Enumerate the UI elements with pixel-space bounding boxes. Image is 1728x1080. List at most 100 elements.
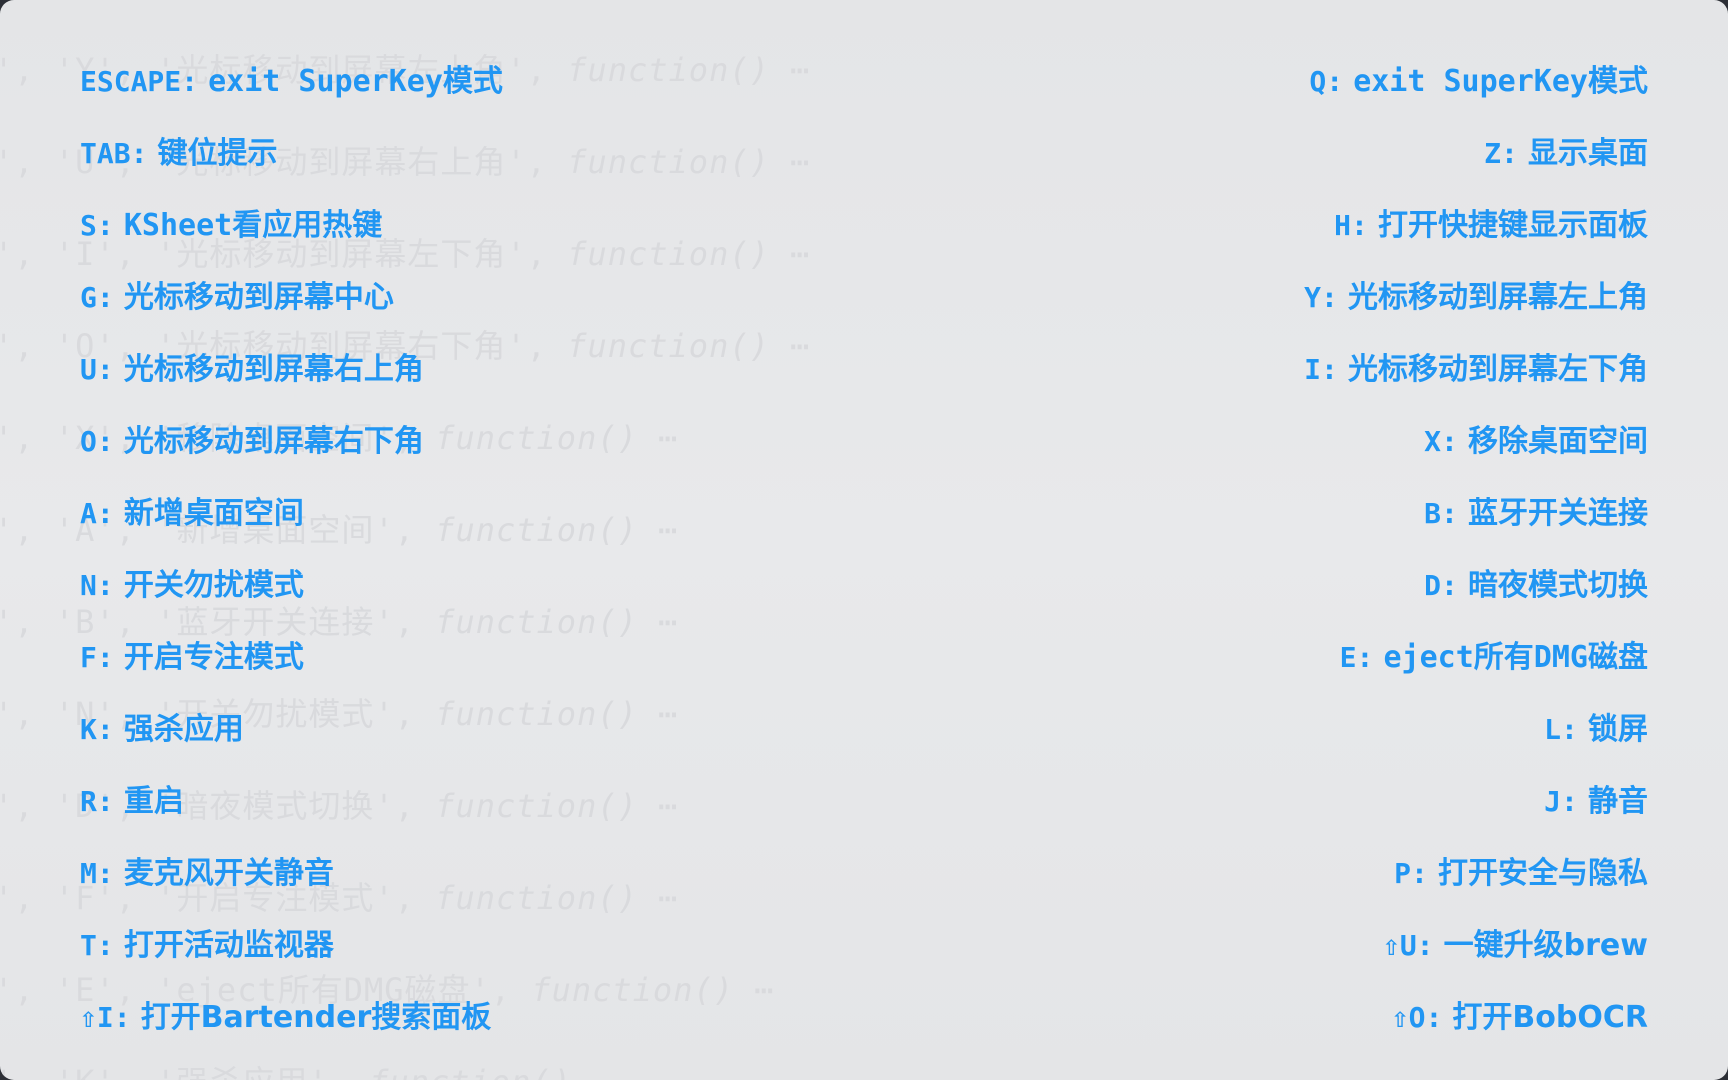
- background-code-function: function(): [567, 51, 770, 89]
- shortcut-row: T: 打开活动监视器: [80, 925, 334, 965]
- shortcut-row: D: 暗夜模式切换: [1424, 565, 1648, 605]
- background-code-function: function(): [567, 327, 770, 365]
- background-code-function: function(): [435, 603, 638, 641]
- shortcut-key: D:: [1424, 569, 1458, 602]
- shortcut-row: B: 蓝牙开关连接: [1424, 493, 1648, 533]
- shortcut-row: A: 新增桌面空间: [80, 493, 304, 533]
- background-code-ellipsis: ⋯: [637, 695, 679, 733]
- shortcut-key: E:: [1339, 641, 1374, 674]
- shortcut-row: M: 麦克风开关静音: [80, 853, 334, 893]
- background-code-ellipsis: ⋯: [637, 511, 679, 549]
- shortcut-key: J:: [1544, 785, 1578, 818]
- shortcut-row: Q: exit SuperKey模式: [1309, 61, 1648, 101]
- shortcut-key: K:: [80, 713, 114, 746]
- shortcut-row: ESCAPE: exit SuperKey模式: [80, 61, 503, 101]
- shortcut-key: N:: [80, 569, 114, 602]
- shortcut-key: Z:: [1484, 137, 1518, 170]
- background-code-ellipsis: ⋯: [637, 603, 679, 641]
- shortcut-key: ⇧U:: [1382, 929, 1434, 962]
- shortcut-key: ⇧O:: [1391, 1001, 1443, 1034]
- shortcut-description: KSheet看应用热键: [123, 208, 383, 243]
- shortcut-description: 键位提示: [157, 136, 278, 171]
- shortcut-description: 显示桌面: [1528, 136, 1648, 171]
- shortcut-description: 锁屏: [1588, 712, 1648, 747]
- shortcut-description: eject所有DMG磁盘: [1383, 640, 1649, 675]
- background-code-ellipsis: ⋯: [572, 1063, 613, 1080]
- shortcut-description: exit SuperKey模式: [208, 64, 503, 99]
- shortcut-description: 蓝牙开关连接: [1468, 496, 1648, 531]
- shortcut-key: I:: [1304, 353, 1338, 386]
- shortcut-row: S: KSheet看应用热键: [80, 205, 382, 245]
- background-code-function: function(): [435, 511, 638, 549]
- shortcut-row: P: 打开安全与隐私: [1394, 853, 1648, 893]
- shortcut-row: ⇧I: 打开Bartender搜索面板: [80, 997, 491, 1037]
- shortcut-key: ESCAPE:: [80, 65, 199, 98]
- shortcut-description: 新增桌面空间: [123, 496, 304, 531]
- shortcut-row: TAB: 键位提示: [80, 133, 278, 173]
- shortcut-key: L:: [1544, 713, 1578, 746]
- shortcut-key: A:: [80, 497, 114, 530]
- shortcut-key: H:: [1334, 209, 1368, 242]
- background-code-function: function(): [435, 695, 638, 733]
- shortcut-key: P:: [1394, 857, 1428, 890]
- background-code-text: ', 'B', '蓝牙开关连接',: [0, 603, 436, 641]
- shortcut-key: ⇧I:: [80, 1001, 131, 1034]
- background-code-ellipsis: ⋯: [769, 143, 811, 181]
- shortcut-key: R:: [80, 785, 114, 818]
- background-code-ellipsis: ⋯: [637, 787, 679, 825]
- shortcut-description: 开启专注模式: [123, 640, 304, 675]
- shortcut-description: 一键升级brew: [1443, 928, 1648, 963]
- shortcut-description: 打开活动监视器: [123, 928, 334, 963]
- background-code-text: ', 'K', '强杀应用',: [0, 1063, 369, 1080]
- shortcut-row: F: 开启专注模式: [80, 637, 304, 677]
- shortcut-row: L: 锁屏: [1544, 709, 1648, 749]
- shortcut-description: 开关勿扰模式: [123, 568, 304, 603]
- shortcut-key: Y:: [1304, 281, 1338, 314]
- shortcut-row: Z: 显示桌面: [1484, 133, 1648, 173]
- shortcut-description: exit SuperKey模式: [1353, 64, 1648, 99]
- background-code-ellipsis: ⋯: [769, 235, 811, 273]
- shortcut-row: ⇧U: 一键升级brew: [1383, 925, 1648, 965]
- superkey-hint-panel: ', 'Y', '光标移动到屏幕左上角', function() ⋯ ', 'U'…: [0, 0, 1728, 1080]
- shortcut-key: F:: [80, 641, 114, 674]
- shortcut-key: X:: [1424, 425, 1458, 458]
- shortcut-description: 打开BobOCR: [1452, 1000, 1648, 1035]
- background-code-function: function(): [435, 879, 638, 917]
- background-code-function: function(): [435, 787, 638, 825]
- shortcut-key: B:: [1424, 497, 1458, 530]
- background-code-ellipsis: ⋯: [769, 51, 811, 89]
- shortcut-description: 光标移动到屏幕左下角: [1348, 352, 1648, 387]
- background-code-function: function(): [531, 971, 734, 1009]
- background-code-function: function(): [567, 143, 770, 181]
- shortcut-key: U:: [80, 353, 114, 386]
- shortcut-description: 麦克风开关静音: [123, 856, 334, 891]
- shortcut-row: Y: 光标移动到屏幕左上角: [1304, 277, 1648, 317]
- background-code-text: ', 'D', '暗夜模式切换',: [0, 787, 436, 825]
- shortcut-row: E: eject所有DMG磁盘: [1340, 637, 1648, 677]
- shortcut-row: O: 光标移动到屏幕右下角: [80, 421, 424, 461]
- shortcut-key: G:: [80, 281, 114, 314]
- shortcut-row: K: 强杀应用: [80, 709, 244, 749]
- shortcut-description: 打开Bartender搜索面板: [140, 1000, 492, 1035]
- shortcut-key: O:: [80, 425, 114, 458]
- shortcut-key: Q:: [1309, 65, 1344, 98]
- shortcut-description: 强杀应用: [123, 712, 244, 747]
- background-code-ellipsis: ⋯: [637, 879, 679, 917]
- background-code-line: ', 'K', '强杀应用', function() ⋯: [0, 1057, 612, 1080]
- shortcut-key: TAB:: [80, 137, 148, 170]
- shortcut-description: 光标移动到屏幕右下角: [123, 424, 424, 459]
- shortcut-description: 静音: [1588, 784, 1648, 819]
- shortcut-key: S:: [80, 209, 114, 242]
- background-code-ellipsis: ⋯: [769, 327, 811, 365]
- background-code-ellipsis: ⋯: [733, 971, 775, 1009]
- shortcut-row: X: 移除桌面空间: [1424, 421, 1648, 461]
- shortcut-row: J: 静音: [1544, 781, 1648, 821]
- shortcut-description: 打开安全与隐私: [1438, 856, 1648, 891]
- shortcut-row: H: 打开快捷键显示面板: [1334, 205, 1648, 245]
- shortcut-row: I: 光标移动到屏幕左下角: [1304, 349, 1648, 389]
- shortcut-key: T:: [80, 929, 114, 962]
- shortcut-row: G: 光标移动到屏幕中心: [80, 277, 394, 317]
- background-code-function: function(): [435, 419, 638, 457]
- shortcut-description: 光标移动到屏幕中心: [123, 280, 394, 315]
- shortcut-description: 打开快捷键显示面板: [1378, 208, 1648, 243]
